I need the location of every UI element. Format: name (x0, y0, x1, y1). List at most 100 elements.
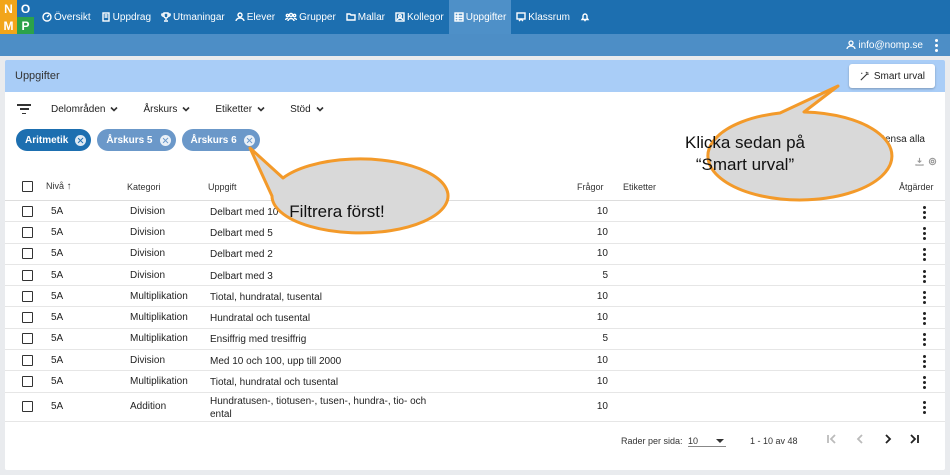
pagination: Rader per sida: 10 1 - 10 av 48 (5, 428, 945, 454)
settings-icon[interactable] (928, 157, 937, 166)
first-page-button[interactable] (825, 432, 843, 450)
folder-icon (346, 13, 356, 21)
table-row[interactable]: 5A Division Delbart med 5 10 (5, 222, 945, 244)
cell-questions: 5 (602, 269, 608, 281)
next-page-button[interactable] (881, 432, 899, 450)
nav-klassrum[interactable]: Klassrum (511, 0, 575, 34)
nav-mallar[interactable]: Mallar (341, 0, 390, 34)
nav-uppgifter[interactable]: Uppgifter (448, 0, 512, 34)
header-tags[interactable]: Etiketter (623, 182, 656, 192)
group-icon (285, 12, 298, 22)
more-vert-icon[interactable] (923, 376, 926, 390)
row-checkbox[interactable] (22, 248, 33, 260)
nav-grupper[interactable]: Grupper (280, 0, 341, 34)
filter-arskurs[interactable]: Årskurs (143, 104, 191, 115)
cell-task: Tiotal, hundratal och tusental (210, 377, 339, 389)
remove-chip-icon[interactable] (159, 134, 171, 146)
download-icon[interactable] (915, 157, 924, 166)
clear-all-button[interactable]: Rensa alla (878, 134, 925, 145)
table-row[interactable]: 5A Division Delbart med 10 10 (5, 201, 945, 223)
filter-icon[interactable] (17, 104, 31, 114)
nav-oversikt[interactable]: Översikt (37, 0, 96, 34)
smart-selection-button[interactable]: Smart urval (848, 64, 935, 88)
more-vert-icon[interactable] (923, 354, 926, 368)
cell-questions: 10 (596, 205, 608, 217)
chip-aritmetik: Aritmetik (16, 129, 92, 151)
table-row[interactable]: 5A Division Delbart med 2 10 (5, 244, 945, 265)
cell-category: Division (130, 248, 166, 260)
cell-level: 5A (51, 376, 64, 388)
row-checkbox[interactable] (22, 333, 33, 345)
remove-chip-icon[interactable] (75, 134, 87, 146)
more-vert-icon[interactable] (923, 312, 926, 326)
table-row[interactable]: 5A Division Delbart med 3 5 (5, 265, 945, 287)
cell-level: 5A (51, 248, 64, 260)
remove-chip-icon[interactable] (243, 134, 255, 146)
more-vert-icon[interactable] (923, 226, 926, 240)
cell-level: 5A (51, 401, 64, 413)
more-vert-icon[interactable] (923, 269, 926, 283)
row-checkbox[interactable] (22, 354, 33, 366)
chip-arskurs-5: Årskurs 5 (97, 129, 176, 151)
header-level[interactable]: Nivå ↑ (46, 181, 72, 192)
user-menu[interactable]: info@nomp.se (846, 40, 923, 51)
header-task[interactable]: Uppgift (208, 182, 237, 192)
last-page-button[interactable] (907, 432, 925, 450)
cell-task: Delbart med 2 (210, 249, 273, 261)
user-icon (846, 40, 857, 50)
user-icon (235, 12, 245, 22)
header-questions[interactable]: Frågor (577, 182, 604, 192)
arrow-up-icon: ↑ (66, 181, 72, 192)
filter-delomraden[interactable]: Delområden (51, 104, 119, 115)
panel-header: Uppgifter Smart urval (5, 60, 945, 92)
nav-utmaningar[interactable]: Utmaningar (156, 0, 230, 34)
last-page-icon (910, 434, 919, 444)
chevron-down-icon (110, 106, 119, 112)
table-row[interactable]: 5A Multiplikation Tiotal, hundratal, tusen… (5, 286, 945, 308)
cell-category: Division (130, 354, 166, 366)
table-row[interactable]: 5A Multiplikation Ensiffrig med tresiffrig… (5, 329, 945, 351)
filter-etiketter[interactable]: Etiketter (215, 104, 266, 115)
header-category[interactable]: Kategori (127, 182, 161, 192)
table-header: Nivå ↑ Kategori Uppgift Frågor Etiketter… (5, 173, 945, 201)
nomp-logo[interactable]: N O M P (0, 0, 34, 34)
nav-notifications[interactable] (575, 0, 597, 34)
filter-stod[interactable]: Stöd (290, 104, 325, 115)
first-page-icon (827, 434, 836, 444)
row-checkbox[interactable] (22, 205, 33, 217)
nav-kollegor[interactable]: Kollegor (390, 0, 449, 34)
cell-questions: 10 (596, 226, 608, 238)
table-row[interactable]: 5A Multiplikation Tiotal, hundratal och tu… (5, 371, 945, 393)
cell-level: 5A (51, 312, 64, 324)
row-checkbox[interactable] (22, 269, 33, 281)
row-checkbox[interactable] (22, 290, 33, 302)
nav-elever[interactable]: Elever (230, 0, 280, 34)
more-vert-icon[interactable] (935, 38, 938, 52)
previous-page-button[interactable] (853, 432, 871, 450)
cell-task: Delbart med 5 (210, 227, 273, 239)
nav-uppdrag[interactable]: Uppdrag (96, 0, 156, 34)
cell-level: 5A (51, 205, 64, 217)
table-row[interactable]: 5A Multiplikation Hundratal och tusental 10 (5, 308, 945, 329)
cell-category: Multiplikation (130, 312, 188, 324)
row-checkbox[interactable] (22, 401, 33, 413)
row-checkbox[interactable] (22, 376, 33, 388)
row-checkbox[interactable] (22, 312, 33, 324)
more-vert-icon[interactable] (923, 205, 926, 219)
trophy-icon (161, 12, 171, 22)
rows-per-page-select[interactable]: 10 (688, 433, 726, 447)
table-row[interactable]: 5A Addition Hundratusen-, tiotusen-, tusen… (5, 393, 945, 422)
select-all-checkbox[interactable] (22, 181, 33, 192)
cell-task: Med 10 och 100, upp till 2000 (210, 355, 342, 367)
classroom-icon (516, 12, 526, 22)
cell-task: Delbart med 3 (210, 270, 273, 282)
cell-questions: 10 (596, 312, 608, 324)
more-vert-icon[interactable] (923, 401, 926, 415)
more-vert-icon[interactable] (923, 290, 926, 304)
more-vert-icon[interactable] (923, 333, 926, 347)
cell-questions: 10 (596, 376, 608, 388)
table-row[interactable]: 5A Division Med 10 och 100, upp till 2000 1… (5, 350, 945, 372)
more-vert-icon[interactable] (923, 248, 926, 262)
row-checkbox[interactable] (22, 226, 33, 238)
page-title: Uppgifter (15, 70, 60, 82)
